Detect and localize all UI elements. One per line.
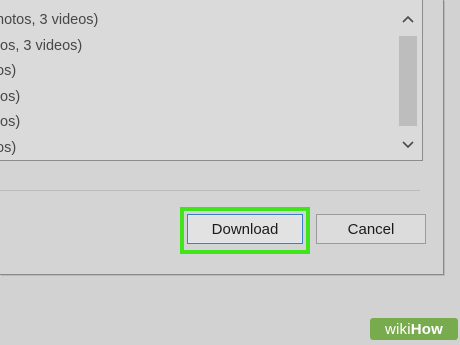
watermark-brand: How bbox=[410, 320, 444, 338]
download-button[interactable]: Download bbox=[187, 214, 303, 244]
list-item[interactable]: hotos, 3 videos) bbox=[0, 8, 394, 34]
album-list: hotos, 3 videos) tos, 3 videos) os) tos)… bbox=[0, 8, 394, 161]
list-item[interactable]: tos) bbox=[0, 85, 394, 111]
chevron-up-icon[interactable] bbox=[396, 8, 419, 30]
download-dialog: hotos, 3 videos) tos, 3 videos) os) tos)… bbox=[0, 0, 444, 275]
scroll-thumb[interactable] bbox=[399, 36, 417, 126]
wikihow-watermark: wiki How bbox=[370, 318, 458, 340]
list-item[interactable]: os) bbox=[0, 136, 394, 162]
list-item[interactable]: tos) bbox=[0, 110, 394, 136]
chevron-down-icon[interactable] bbox=[396, 134, 419, 156]
album-listbox[interactable]: hotos, 3 videos) tos, 3 videos) os) tos)… bbox=[0, 0, 423, 161]
list-item[interactable]: os) bbox=[0, 59, 394, 85]
cancel-button[interactable]: Cancel bbox=[316, 214, 426, 244]
divider bbox=[0, 190, 420, 191]
vertical-scrollbar[interactable] bbox=[396, 6, 419, 158]
watermark-prefix: wiki bbox=[384, 320, 411, 338]
list-item[interactable]: tos, 3 videos) bbox=[0, 34, 394, 60]
